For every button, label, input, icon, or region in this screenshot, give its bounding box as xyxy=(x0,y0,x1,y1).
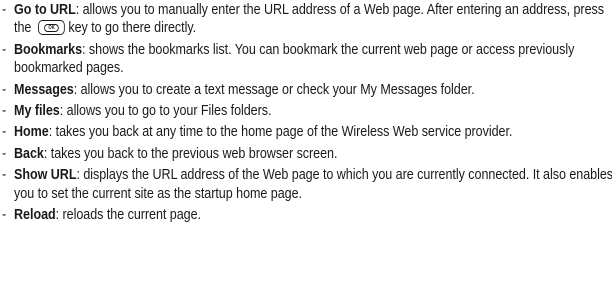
bullet-dash: - xyxy=(2,167,7,184)
ok-key-icon: OK xyxy=(38,20,65,36)
list-item-home: - Home: takes you back at any time to th… xyxy=(2,123,612,141)
term-home: Home xyxy=(14,124,49,141)
desc-reload: : reloads the current page. xyxy=(55,207,201,224)
term-messages: Messages xyxy=(14,81,74,98)
term-my-files: My files xyxy=(14,103,60,120)
bullet-dash: - xyxy=(2,81,7,98)
list-item-my-files: - My files: allows you to go to your Fil… xyxy=(2,102,612,120)
desc-messages: : allows you to create a text message or… xyxy=(73,81,475,98)
term-reload: Reload xyxy=(14,207,56,224)
term-show-url: Show URL xyxy=(14,167,77,184)
desc-bookmarks: : shows the bookmarks list. You can book… xyxy=(14,41,575,77)
list-item-reload: - Reload: reloads the current page. xyxy=(2,206,612,224)
bullet-dash: - xyxy=(2,2,7,18)
list-item-bookmarks: - Bookmarks: shows the bookmarks list. Y… xyxy=(2,41,612,78)
list-item-go-to-url: - Go to URL: allows you to manually ente… xyxy=(2,1,612,38)
bullet-dash: - xyxy=(2,124,7,141)
bullet-dash: - xyxy=(2,103,7,120)
term-bookmarks: Bookmarks xyxy=(14,41,83,58)
bullet-dash: - xyxy=(2,145,7,162)
desc-show-url: : displays the URL address of the Web pa… xyxy=(14,167,612,202)
term-go-to-url: Go to URL xyxy=(14,2,76,18)
list-item-show-url: - Show URL: displays the URL address of … xyxy=(2,166,612,203)
document-page: - Go to URL: allows you to manually ente… xyxy=(2,0,612,227)
term-back: Back xyxy=(14,145,44,162)
desc-go-to-url-after: key to go there directly. xyxy=(68,20,197,37)
desc-home: : takes you back at any time to the home… xyxy=(48,124,513,141)
desc-my-files: : allows you to go to your Files folders… xyxy=(59,103,272,120)
list-item-back: - Back: takes you back to the previous w… xyxy=(2,145,612,163)
desc-back: : takes you back to the previous web bro… xyxy=(43,145,338,162)
list-item-messages: - Messages: allows you to create a text … xyxy=(2,81,612,99)
ok-key-label: OK xyxy=(44,23,59,32)
bullet-dash: - xyxy=(2,207,7,224)
bullet-dash: - xyxy=(2,41,7,58)
